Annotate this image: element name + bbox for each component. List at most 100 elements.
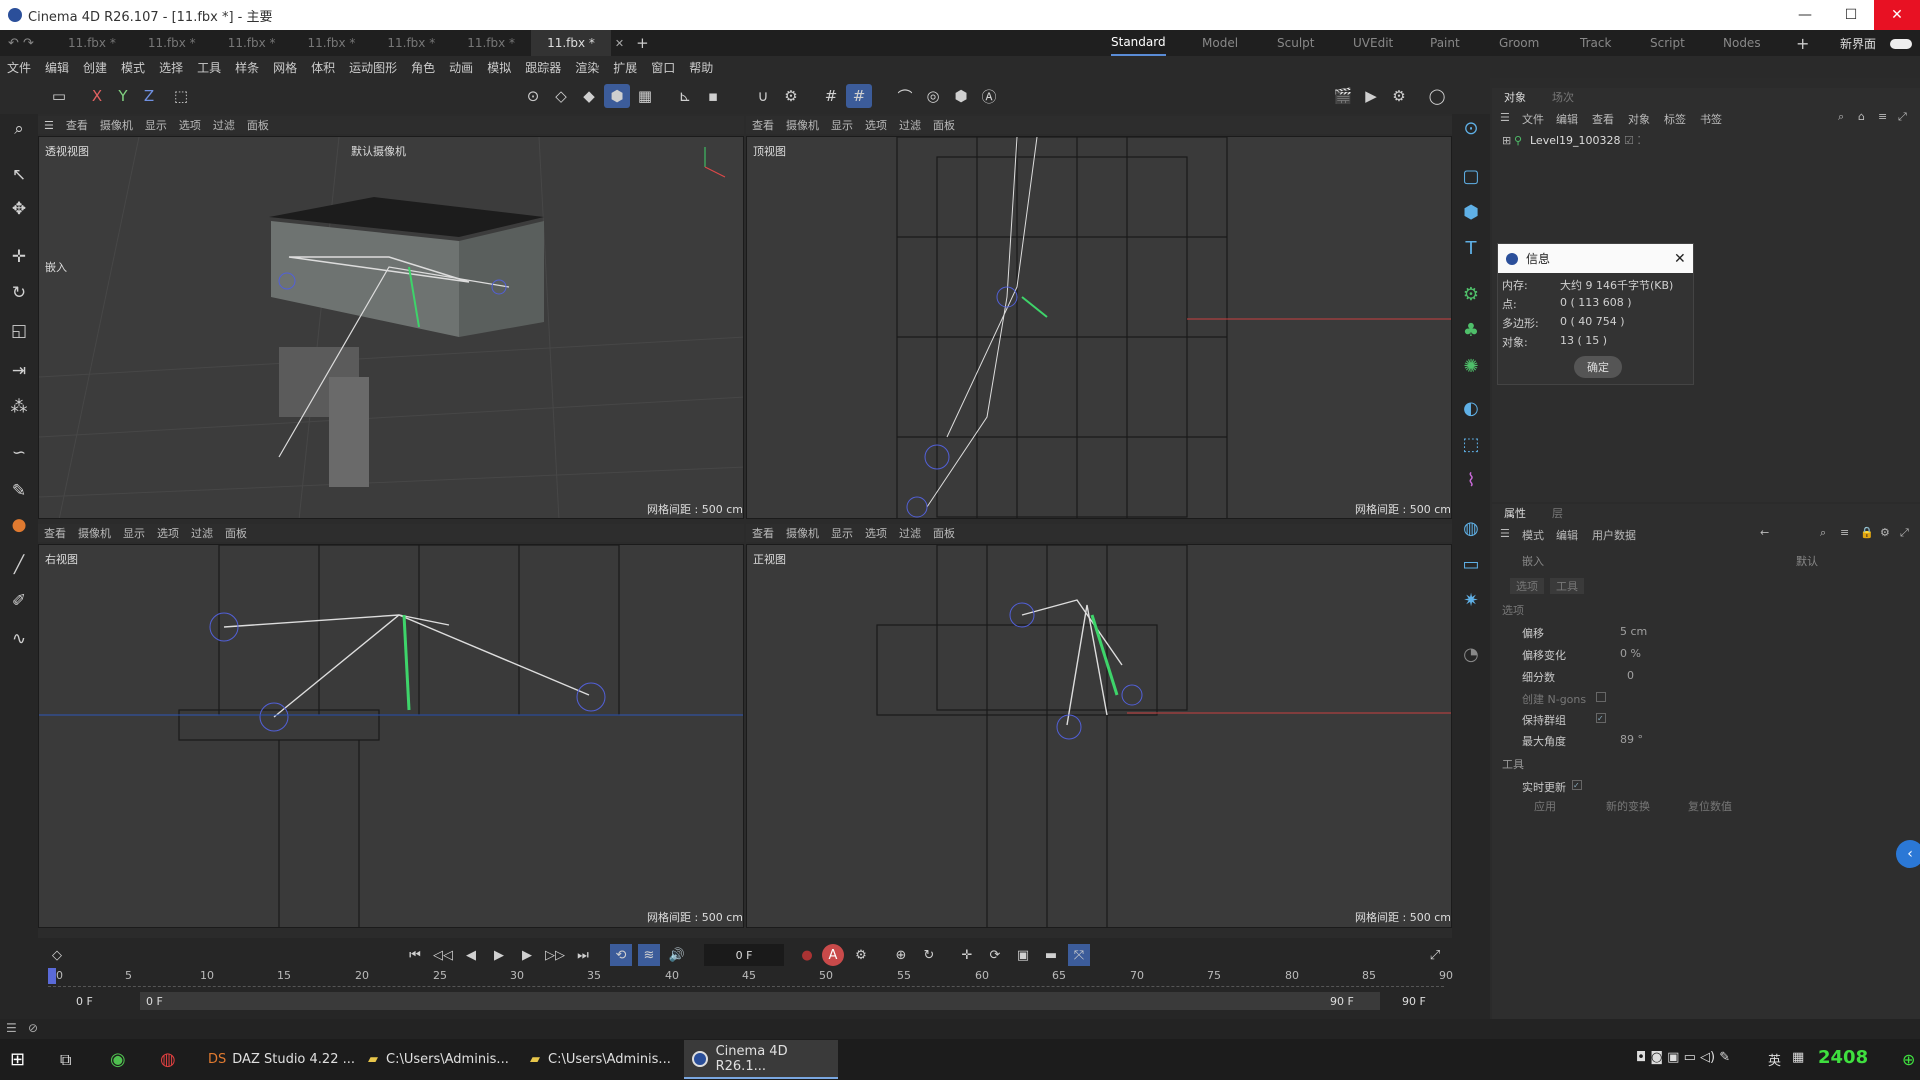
view-menu-item[interactable]: 面板: [927, 525, 961, 541]
playback-rate-icon[interactable]: ≋: [638, 944, 660, 966]
view-menu-item[interactable]: 显示: [139, 117, 173, 133]
menu-item[interactable]: 网格: [266, 59, 304, 76]
om-menu-item[interactable]: 编辑: [1556, 111, 1578, 127]
right-viewport[interactable]: 右视图 网格间距 : 500 cm: [38, 544, 744, 928]
maximize-button[interactable]: ☐: [1828, 0, 1874, 30]
view-menu-item[interactable]: 摄像机: [94, 117, 139, 133]
view-menu-item[interactable]: 显示: [825, 117, 859, 133]
tray-icons[interactable]: ◘ ◙ ▣ ▭ ◁) ✎: [1636, 1050, 1730, 1065]
add-tab-icon[interactable]: +: [628, 34, 657, 52]
render-settings-icon[interactable]: ⚙: [1386, 84, 1412, 108]
ime-indicator[interactable]: 英: [1768, 1050, 1781, 1069]
view-menu-item[interactable]: 面板: [219, 525, 253, 541]
render-picture-viewer-icon[interactable]: ▶: [1358, 84, 1384, 108]
search-icon[interactable]: ⌕: [6, 116, 32, 142]
task-view-icon[interactable]: ⧉: [60, 1040, 71, 1079]
preview-start-field[interactable]: 0 F: [76, 995, 93, 1008]
coordinate-system-icon[interactable]: ⬚: [168, 84, 194, 108]
om-menu-item[interactable]: 书签: [1700, 111, 1722, 127]
status-menu-icon[interactable]: ☰: [6, 1021, 17, 1035]
target-icon[interactable]: ◎: [920, 84, 946, 108]
select-tools-icon[interactable]: ✥: [6, 196, 32, 222]
close-button[interactable]: ✕: [1874, 0, 1920, 30]
z-axis-lock[interactable]: Z: [136, 84, 162, 108]
points-mode-icon[interactable]: ⊙: [520, 84, 546, 108]
view-menu-item[interactable]: 查看: [746, 525, 780, 541]
spline-pen-icon[interactable]: ∽: [6, 440, 32, 466]
tab-objects[interactable]: 对象: [1504, 89, 1526, 105]
preview-end-field[interactable]: 90 F: [1402, 995, 1426, 1008]
home-icon[interactable]: ⌂: [1858, 110, 1865, 123]
view-menu-item[interactable]: 查看: [38, 525, 72, 541]
hamburger-icon[interactable]: ☰: [1500, 111, 1510, 124]
view-menu-item[interactable]: 摄像机: [780, 525, 825, 541]
camera-icon[interactable]: ⊙: [1458, 114, 1484, 142]
viewport-camera-label[interactable]: 默认摄像机: [351, 143, 406, 159]
om-menu-item[interactable]: 查看: [1592, 111, 1614, 127]
ok-button[interactable]: 确定: [1574, 356, 1622, 378]
keyboard-icon[interactable]: ▦: [1792, 1050, 1804, 1065]
back-arrow-icon[interactable]: ←: [1760, 526, 1769, 539]
subtab-tool[interactable]: 工具: [1550, 578, 1584, 594]
polygons-mode-icon[interactable]: ◆: [576, 84, 602, 108]
model-mode-icon[interactable]: ▭: [46, 84, 72, 108]
key-interpolation-icon[interactable]: ⤧: [1068, 944, 1090, 966]
spline-icon[interactable]: ⌇: [1458, 466, 1484, 494]
new-interface-toggle[interactable]: [1890, 39, 1912, 49]
close-icon[interactable]: ✕: [1674, 251, 1686, 267]
view-menu-item[interactable]: 选项: [173, 117, 207, 133]
menu-item[interactable]: 角色: [404, 59, 442, 76]
field-icon[interactable]: ⬚: [1458, 430, 1484, 458]
side-panel-toggle-icon[interactable]: ‹: [1896, 840, 1920, 868]
doc-tab[interactable]: 11.fbx *: [371, 30, 451, 56]
reset-values-button[interactable]: 复位数值: [1688, 798, 1732, 814]
go-to-start-icon[interactable]: ⏮: [404, 944, 426, 966]
x-axis-lock[interactable]: X: [84, 84, 110, 108]
minimize-button[interactable]: —: [1782, 0, 1828, 30]
menu-item[interactable]: 选择: [152, 59, 190, 76]
key-settings-icon[interactable]: ⚙: [850, 944, 872, 966]
attr-field-subdivision[interactable]: 0: [1627, 669, 1634, 682]
doc-tab[interactable]: 11.fbx *: [52, 30, 132, 56]
current-frame-field[interactable]: 0 F: [704, 944, 784, 966]
realtime-update-checkbox[interactable]: ✓: [1572, 780, 1582, 790]
taskbar-item-explorer[interactable]: ▰ C:\Users\Adminis...: [522, 1040, 680, 1079]
menu-item[interactable]: 样条: [228, 59, 266, 76]
attr-field-offset-variation[interactable]: 0 %: [1620, 647, 1641, 660]
generator-icon[interactable]: ⚙: [1458, 280, 1484, 308]
effector-icon[interactable]: ✺: [1458, 352, 1484, 380]
view-menu-item[interactable]: 显示: [117, 525, 151, 541]
menu-item[interactable]: 创建: [76, 59, 114, 76]
view-menu-item[interactable]: 面板: [927, 117, 961, 133]
hamburger-icon[interactable]: ☰: [1500, 527, 1510, 540]
live-selection-icon[interactable]: ↖: [6, 162, 32, 188]
view-menu-item[interactable]: 选项: [859, 525, 893, 541]
playhead[interactable]: [48, 968, 56, 984]
layout-tab-standard[interactable]: Standard: [1111, 30, 1166, 56]
scale-tool-icon[interactable]: ◱: [6, 318, 32, 344]
preview-range-bar[interactable]: [140, 992, 1380, 1010]
cube-primitive-icon[interactable]: ▢: [1458, 162, 1484, 190]
smooth-tool-icon[interactable]: ∿: [6, 626, 32, 652]
filter-icon[interactable]: ≡: [1840, 526, 1849, 539]
search-icon[interactable]: ⌕: [1820, 526, 1826, 540]
snap-settings-icon[interactable]: ▪: [700, 84, 726, 108]
menu-item[interactable]: 工具: [190, 59, 228, 76]
layout-tab-sculpt[interactable]: Sculpt: [1277, 30, 1314, 56]
view-menu-item[interactable]: 摄像机: [72, 525, 117, 541]
next-frame-icon[interactable]: ▶: [516, 944, 538, 966]
view-menu-item[interactable]: 面板: [241, 117, 275, 133]
scatter-tool-icon[interactable]: ⁂: [6, 394, 32, 420]
tag-icon[interactable]: ◔: [1458, 640, 1484, 668]
light-icon[interactable]: ✷: [1458, 586, 1484, 614]
apply-button[interactable]: 应用: [1534, 798, 1556, 814]
camera-object-icon[interactable]: ▭: [1458, 550, 1484, 578]
expand-icon[interactable]: ⤢: [1898, 110, 1907, 124]
layout-tab-script[interactable]: Script: [1650, 30, 1685, 56]
workplane-icon[interactable]: ⊾: [672, 84, 698, 108]
doc-tab[interactable]: 11.fbx *: [132, 30, 212, 56]
app-360-icon[interactable]: ◉: [110, 1040, 126, 1079]
layout-tab-track[interactable]: Track: [1580, 30, 1611, 56]
layout-tab-model[interactable]: Model: [1202, 30, 1238, 56]
menu-item[interactable]: 编辑: [38, 59, 76, 76]
